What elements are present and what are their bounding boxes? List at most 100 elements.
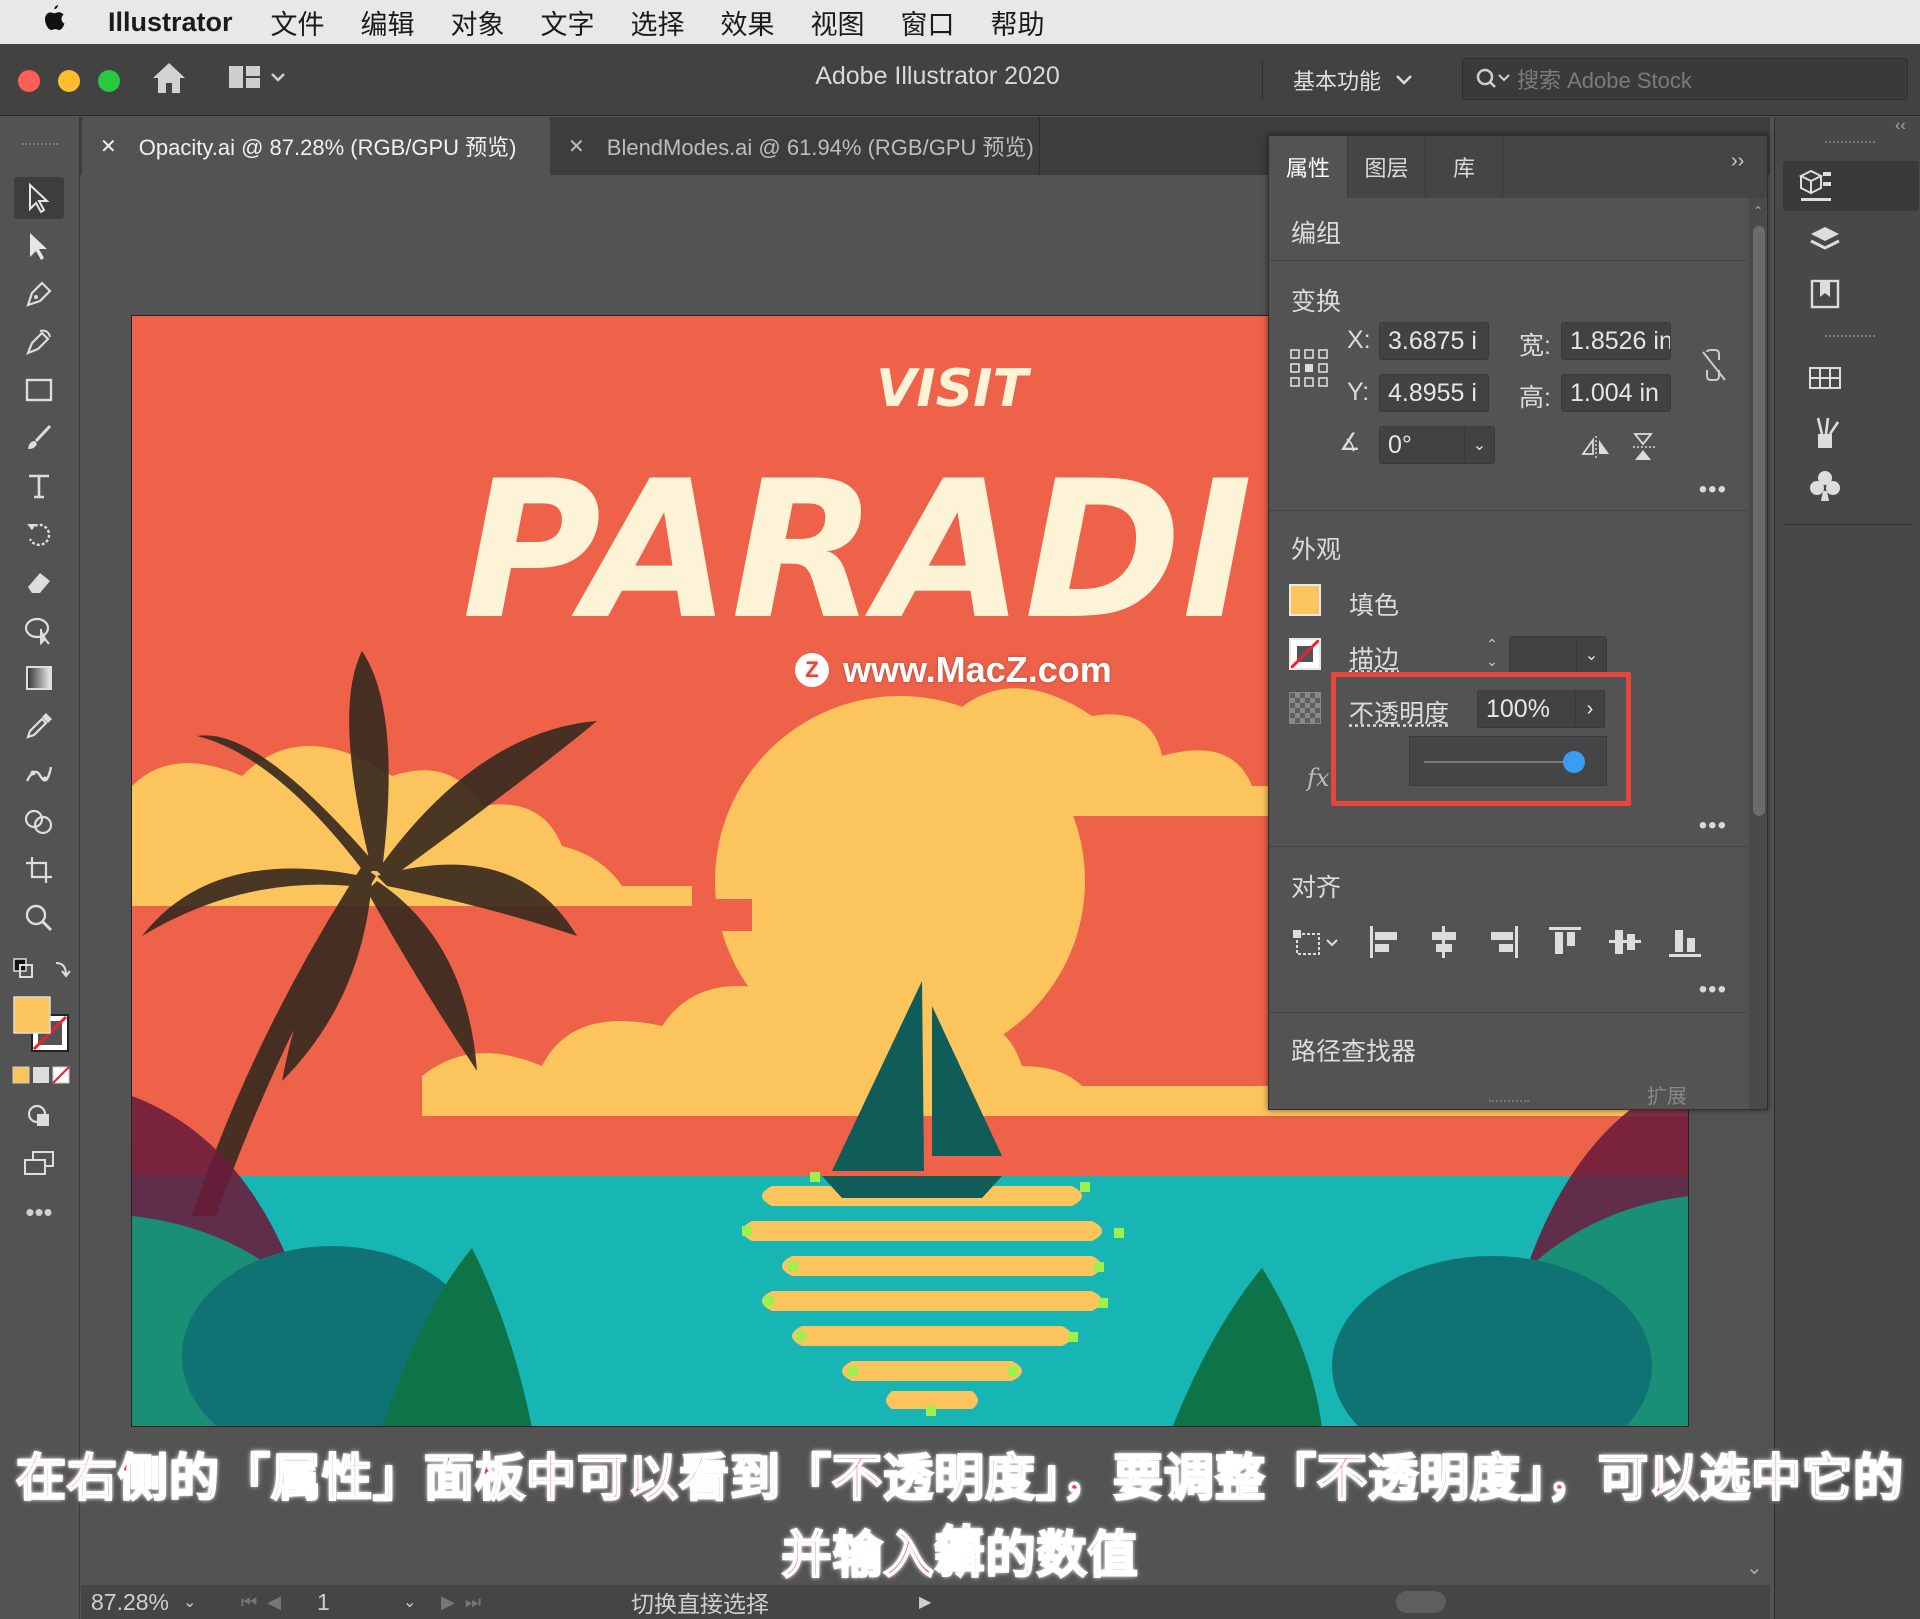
height-field[interactable]: 1.004 in [1561, 374, 1671, 412]
puppet-warp-tool-icon[interactable] [14, 753, 64, 795]
fill-swatch[interactable] [1289, 584, 1321, 616]
menu-edit[interactable]: 编辑 [361, 3, 415, 42]
scrollbar-thumb[interactable] [1396, 1591, 1446, 1613]
type-tool-icon[interactable] [14, 465, 64, 507]
menu-file[interactable]: 文件 [271, 3, 325, 42]
panel-resize-grip[interactable] [1489, 1100, 1529, 1102]
rotate-tool-icon[interactable] [14, 513, 64, 555]
align-to-selection-icon[interactable] [1291, 924, 1345, 965]
tab-blendmodes[interactable]: ✕ BlendModes.ai @ 61.94% (RGB/GPU 预览) [550, 117, 1040, 175]
x-position-field[interactable]: 3.6875 i [1379, 322, 1489, 360]
free-transform-tool-icon[interactable] [14, 609, 64, 651]
eyedropper-tool-icon[interactable] [14, 705, 64, 747]
stroke-weight-field[interactable]: ⌄ [1509, 636, 1607, 674]
swap-fill-stroke-icon[interactable] [12, 955, 76, 990]
curvature-tool-icon[interactable] [14, 321, 64, 363]
artboard-tool-icon[interactable] [14, 849, 64, 891]
tab-label: BlendModes.ai @ 61.94% (RGB/GPU 预览) [606, 135, 1034, 160]
menu-app-name[interactable]: Illustrator [108, 7, 233, 38]
pathfinder-expand-button[interactable]: 扩展 [1647, 1080, 1687, 1109]
dock-grip[interactable] [1825, 335, 1875, 337]
rotation-angle-field[interactable]: 0° ⌄ [1379, 426, 1495, 464]
menu-type[interactable]: 文字 [541, 3, 595, 42]
dock-divider [1783, 524, 1913, 525]
menu-select[interactable]: 选择 [631, 3, 685, 42]
paintbrush-tool-icon[interactable] [14, 417, 64, 459]
menu-view[interactable]: 视图 [811, 3, 865, 42]
artboard-number-field[interactable]: 1 [317, 1585, 397, 1619]
chevron-down-icon[interactable]: ⌄ [1576, 637, 1606, 673]
stock-search-placeholder: 搜索 Adobe Stock [1517, 68, 1692, 93]
constrain-proportions-icon[interactable] [1699, 348, 1729, 389]
libraries-panel-icon[interactable] [1795, 269, 1855, 319]
direct-selection-tool-icon[interactable] [14, 225, 64, 267]
stroke-swatch[interactable] [1289, 638, 1321, 670]
tab-properties[interactable]: 属性 [1269, 136, 1347, 198]
opacity-checker-icon [1289, 692, 1321, 724]
stock-search-input[interactable]: 搜索 Adobe Stock [1462, 58, 1908, 100]
flip-horizontal-icon[interactable] [1581, 434, 1611, 465]
chevron-down-icon: ⌄ [183, 1594, 197, 1611]
symbols-panel-icon[interactable] [1795, 461, 1855, 511]
width-field[interactable]: 1.8526 in [1561, 322, 1671, 360]
y-position-field[interactable]: 4.8955 i [1379, 374, 1489, 412]
stroke-weight-stepper[interactable]: ⌃ ⌄ [1477, 636, 1507, 674]
menu-object[interactable]: 对象 [451, 3, 505, 42]
align-bottom-icon[interactable] [1667, 924, 1701, 965]
artboard-nav-first-prev[interactable]: ⏮ ◀ [241, 1585, 281, 1619]
align-more-options-icon[interactable]: ••• [1699, 976, 1727, 1004]
status-menu-arrow-icon[interactable]: ▶ [919, 1585, 931, 1619]
tab-layers[interactable]: 图层 [1347, 136, 1425, 198]
layers-panel-icon[interactable] [1795, 215, 1855, 265]
apple-icon[interactable] [40, 3, 80, 41]
align-right-icon[interactable] [1487, 924, 1521, 965]
collapse-dock-icon[interactable]: ‹‹ [1895, 117, 1906, 135]
panel-collapse-icon[interactable]: ›› [1731, 150, 1744, 173]
menu-effect[interactable]: 效果 [721, 3, 775, 42]
brushes-panel-icon[interactable] [1795, 407, 1855, 457]
swatches-panel-icon[interactable] [1795, 353, 1855, 403]
eraser-tool-icon[interactable] [14, 561, 64, 603]
menu-window[interactable]: 窗口 [901, 3, 955, 42]
flip-vertical-icon[interactable] [1631, 432, 1657, 467]
rotate-angle-icon: ∡ [1339, 429, 1361, 456]
align-vertical-center-icon[interactable] [1607, 924, 1641, 965]
y-label: Y: [1347, 378, 1370, 406]
selection-tool-icon[interactable] [14, 177, 64, 219]
zoom-tool-icon[interactable] [14, 897, 64, 939]
tab-opacity[interactable]: ✕ Opacity.ai @ 87.28% (RGB/GPU 预览) [82, 117, 550, 175]
pen-tool-icon[interactable] [14, 273, 64, 315]
transform-more-options-icon[interactable]: ••• [1699, 476, 1727, 504]
stroke-label[interactable]: 描边 [1349, 640, 1399, 676]
zoom-level-select[interactable]: 87.28% ⌄ [91, 1585, 196, 1619]
workspace-switcher[interactable]: 基本功能 [1262, 60, 1413, 100]
gradient-tool-icon[interactable] [14, 657, 64, 699]
chevron-down-icon[interactable]: ⌄ [1464, 427, 1494, 463]
close-tab-icon[interactable]: ✕ [568, 134, 585, 159]
chevron-down-icon[interactable]: ⌄ [403, 1585, 416, 1619]
divider [1269, 846, 1747, 847]
rectangle-tool-icon[interactable] [14, 369, 64, 411]
panel-scrollbar-thumb[interactable] [1753, 226, 1765, 816]
dock-grip[interactable] [1825, 141, 1875, 143]
menu-help[interactable]: 帮助 [991, 3, 1045, 42]
align-left-icon[interactable] [1367, 924, 1401, 965]
reference-point-icon[interactable] [1289, 348, 1329, 393]
color-mode-buttons[interactable] [12, 1065, 72, 1090]
draw-mode-icon[interactable] [14, 1095, 64, 1137]
edit-toolbar-more-icon[interactable]: ••• [14, 1191, 64, 1233]
align-horizontal-center-icon[interactable] [1427, 924, 1461, 965]
artboard-nav-next-last[interactable]: ▶ ⏭ [441, 1585, 481, 1619]
close-tab-icon[interactable]: ✕ [100, 134, 117, 159]
tab-libraries[interactable]: 库 [1425, 136, 1503, 198]
toolbar-grip[interactable] [22, 143, 58, 149]
align-top-icon[interactable] [1547, 924, 1581, 965]
appearance-more-options-icon[interactable]: ••• [1699, 812, 1727, 840]
scroll-up-icon[interactable]: ⌃ [1753, 204, 1763, 218]
shape-builder-tool-icon[interactable] [14, 801, 64, 843]
properties-panel-icon[interactable] [1783, 161, 1919, 211]
horizontal-scrollbar[interactable] [951, 1589, 1721, 1615]
fill-stroke-swatches[interactable] [12, 995, 74, 1062]
screen-mode-icon[interactable] [14, 1143, 64, 1185]
panel-scrollbar[interactable]: ⌃ [1749, 198, 1767, 1109]
